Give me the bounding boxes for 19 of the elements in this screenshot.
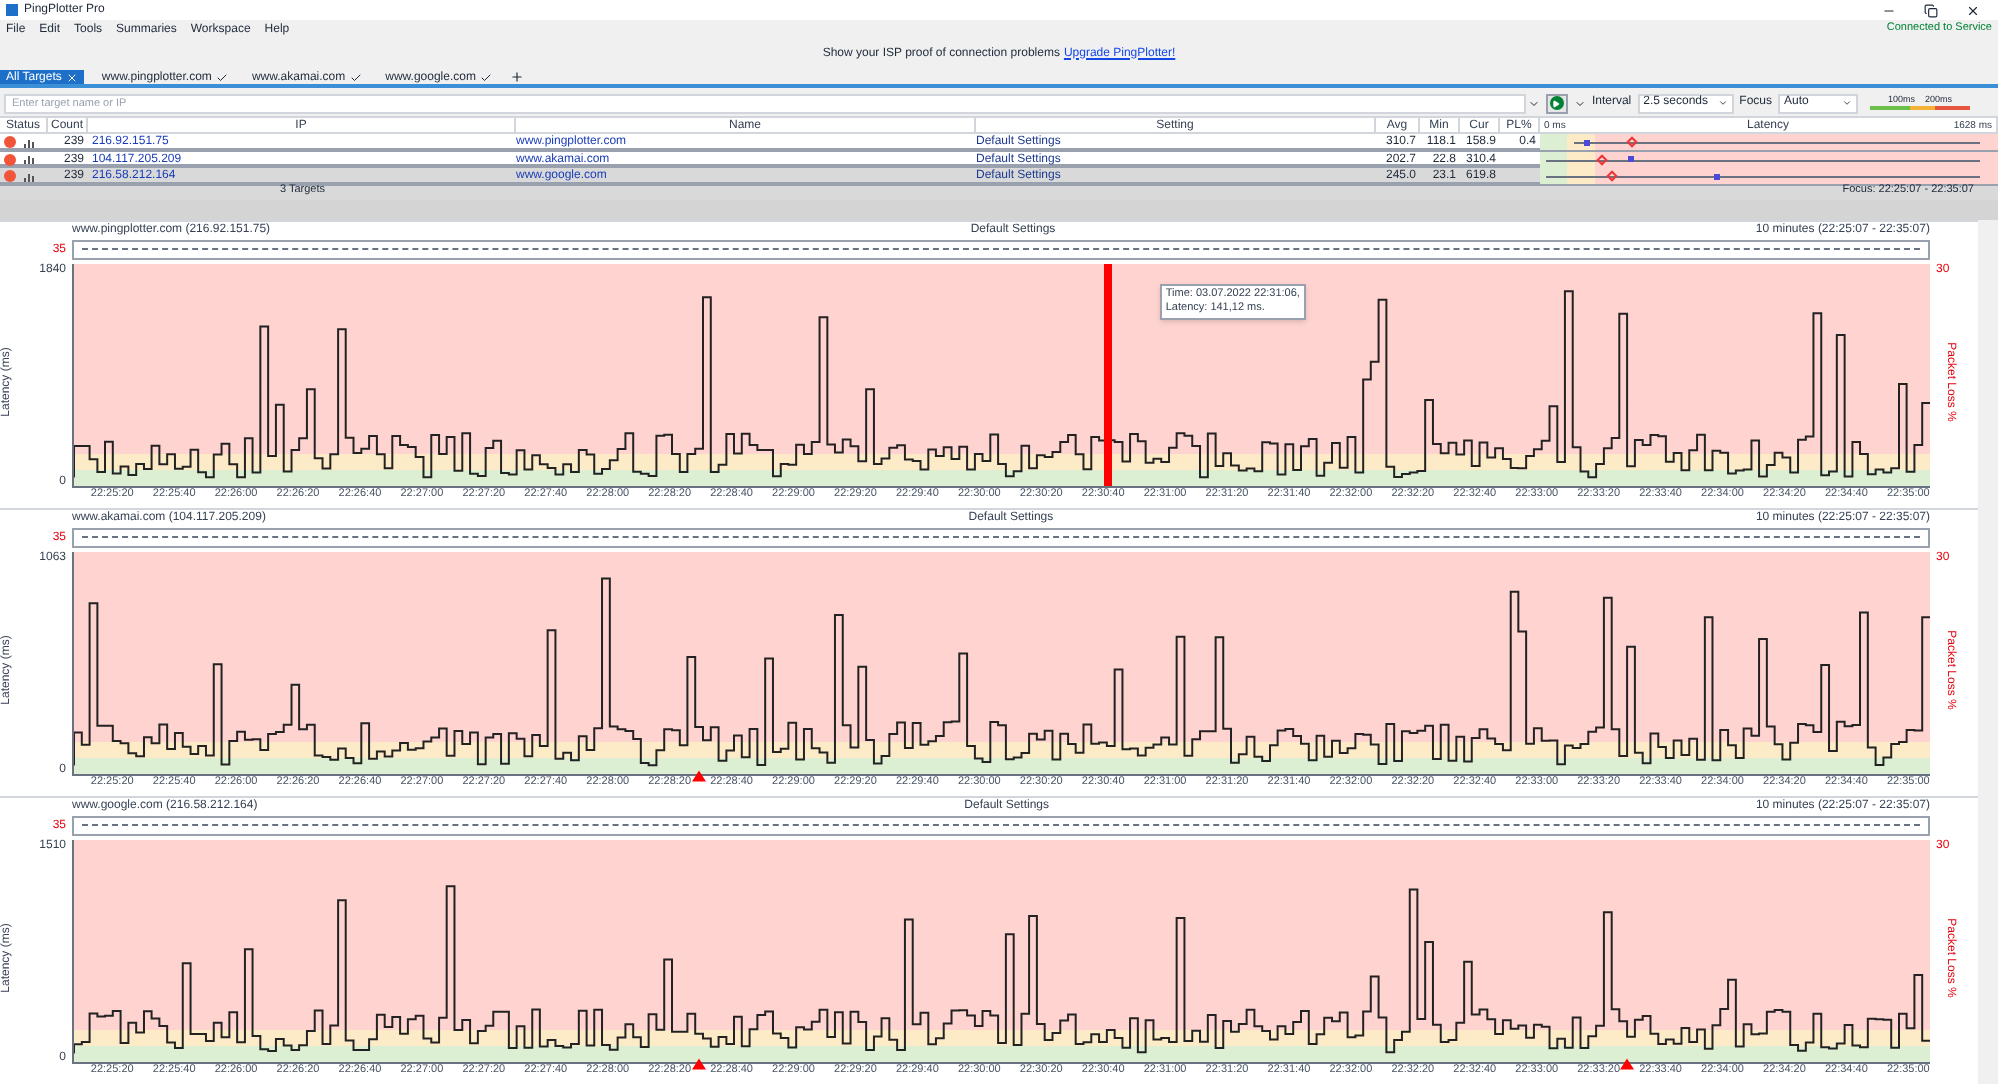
- close-icon[interactable]: [1966, 3, 1980, 17]
- chevron-down-icon: [1842, 98, 1852, 108]
- app-logo-icon: [6, 4, 18, 16]
- signal-icon: [24, 154, 34, 164]
- chevron-down-icon: [1717, 98, 1728, 108]
- signal-icon: [24, 137, 34, 147]
- time-cursor[interactable]: [1104, 263, 1113, 486]
- check-icon: [349, 71, 362, 83]
- restore-icon[interactable]: [1924, 3, 1938, 17]
- start-button[interactable]: [1545, 93, 1568, 113]
- play-icon: [1552, 99, 1561, 107]
- check-icon: [479, 71, 492, 83]
- close-tab-icon[interactable]: [65, 71, 78, 83]
- latency-legend-bar: [1870, 106, 1970, 111]
- dropdown-icon[interactable]: [1527, 97, 1540, 109]
- start-options-icon[interactable]: [1573, 97, 1586, 109]
- check-icon: [215, 71, 228, 83]
- add-tab-icon[interactable]: [509, 70, 524, 84]
- signal-icon: [24, 171, 34, 181]
